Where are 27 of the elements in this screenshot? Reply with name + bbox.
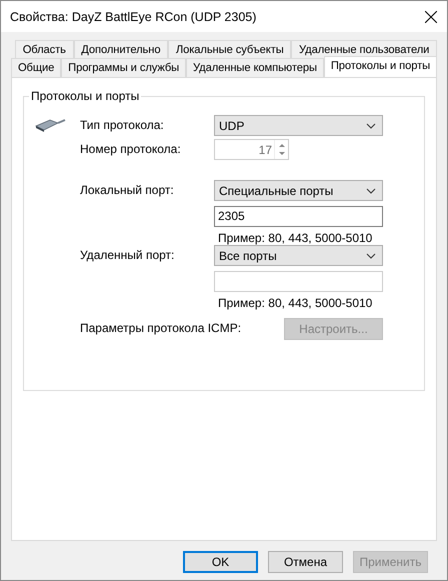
close-icon[interactable]: [425, 10, 437, 22]
dropdown[interactable]: Все порты: [214, 245, 383, 266]
tab[interactable]: Удаленные компьютеры: [186, 58, 324, 77]
dialog-button[interactable]: Отмена: [268, 551, 343, 573]
field-label: Тип протокола:: [80, 117, 164, 134]
network-cable-icon: [35, 117, 67, 133]
chevron-down-icon: [366, 188, 376, 194]
chevron-down-icon: [366, 252, 376, 258]
field-label: Номер протокола:: [80, 141, 181, 158]
dropdown[interactable]: UDP: [214, 115, 383, 136]
tab[interactable]: Программы и службы: [61, 58, 186, 77]
dropdown[interactable]: Специальные порты: [214, 180, 383, 201]
tab[interactable]: Область: [15, 40, 74, 59]
hint-text: Пример: 80, 443, 5000-5010: [217, 296, 374, 310]
window-title: Свойства: DayZ BattlEye RCon (UDP 2305): [10, 10, 256, 24]
tab[interactable]: Протоколы и порты: [324, 56, 437, 77]
chevron-down-icon: [366, 122, 376, 128]
field-label: Удаленный порт:: [80, 247, 174, 264]
tab[interactable]: Общие: [11, 58, 62, 77]
dialog-button[interactable]: OK: [183, 551, 258, 573]
tab[interactable]: Дополнительно: [74, 40, 168, 59]
tab[interactable]: Локальные субъекты: [168, 40, 292, 59]
port-input-field[interactable]: 2305: [214, 206, 383, 227]
group-title: Протоколы и порты: [29, 89, 142, 103]
hint-text: Пример: 80, 443, 5000-5010: [217, 231, 374, 245]
field-label: Локальный порт:: [80, 182, 174, 199]
field-label: Параметры протокола ICMP:: [80, 320, 242, 337]
